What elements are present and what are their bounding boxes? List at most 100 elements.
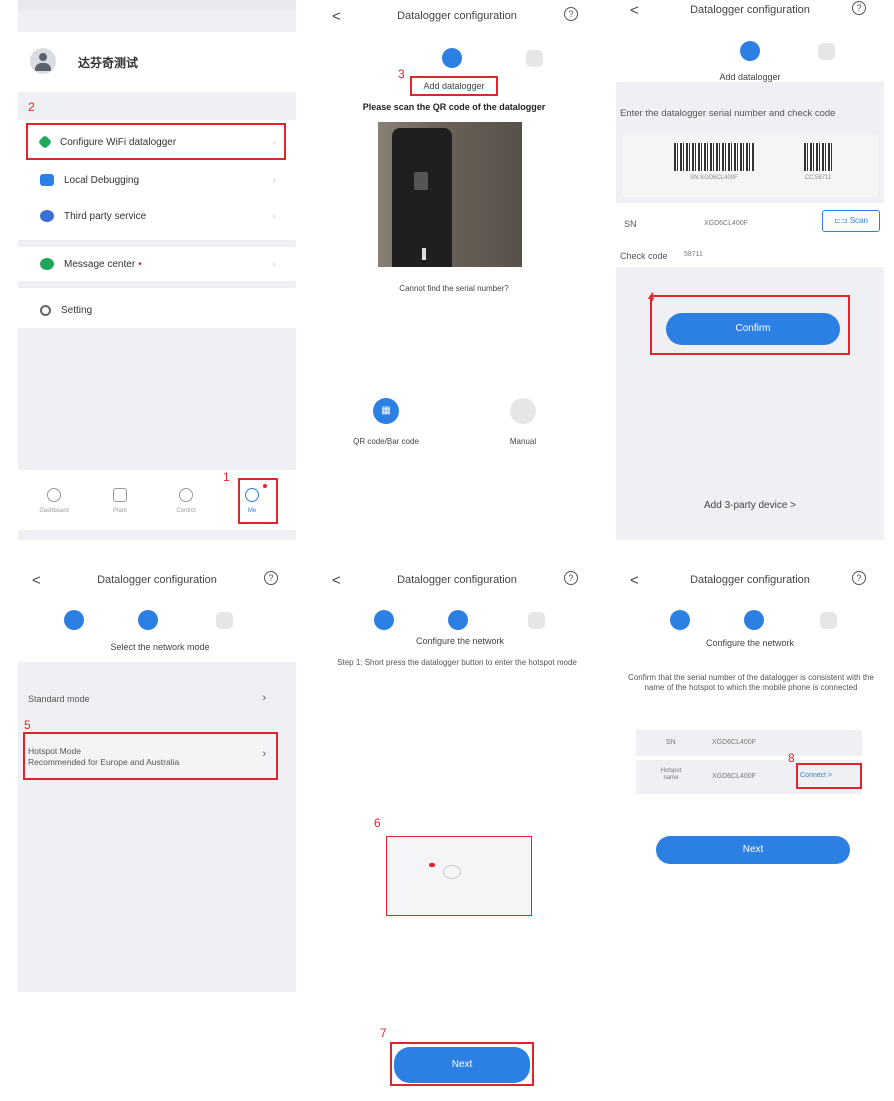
header-title: Datalogger configuration [690, 574, 810, 586]
scan-icon: ⊏⊐ [834, 216, 850, 225]
datalogger-illustration [386, 836, 532, 916]
nav-dashboard[interactable]: Dashboard [34, 488, 74, 514]
manual-option-label: Manual [509, 437, 537, 446]
camera-preview [378, 122, 522, 267]
menu-item-third-party[interactable]: Third party service › [28, 200, 282, 232]
third-party-link[interactable]: Add 3-party device > [616, 500, 884, 511]
step-2-dot [526, 50, 543, 67]
hotspot-instruction: Step 1: Short press the datalogger butto… [337, 658, 577, 667]
profile-card[interactable]: 达芬奇测试 [18, 32, 296, 92]
help-icon[interactable]: ? [852, 571, 866, 585]
marker-3: 3 [398, 67, 405, 81]
manual-option-button[interactable] [510, 398, 536, 424]
step-label: Configure the network [705, 638, 795, 648]
scan-label: Scan [849, 216, 868, 225]
header: < Datalogger configuration ? [318, 0, 596, 34]
avatar [30, 48, 56, 74]
manual-entry-panel: < Datalogger configuration ? Add datalog… [616, 0, 884, 540]
highlight-box-4 [650, 295, 850, 355]
header-title: Datalogger configuration [397, 10, 517, 22]
heart-icon [40, 210, 54, 222]
step-1-dot [670, 610, 690, 630]
qr-option-button[interactable]: ▦ [373, 398, 399, 424]
scan-qr-panel: < Datalogger configuration ? 3 Add datal… [318, 0, 596, 540]
qr-option-label: QR code/Bar code [353, 437, 419, 446]
marker-2: 2 [28, 100, 35, 114]
sn-input[interactable]: XGD6CL400F [704, 220, 748, 227]
confirm-instruction: Confirm that the serial number of the da… [628, 673, 874, 692]
debug-icon [40, 174, 54, 186]
chevron-right-icon: › [272, 258, 276, 270]
step-1-dot [740, 41, 760, 61]
step-2-dot [138, 610, 158, 630]
step-label: Select the network mode [110, 642, 210, 652]
qr-code-icon: ▦ [381, 405, 391, 416]
header: < Datalogger configuration ? [18, 564, 296, 598]
step-2-dot [448, 610, 468, 630]
header: < Datalogger configuration ? [318, 564, 596, 598]
step-2-dot [744, 610, 764, 630]
marker-8: 8 [788, 751, 795, 765]
plant-icon [113, 488, 127, 502]
next-button[interactable]: Next [656, 836, 850, 864]
menu-item-setting[interactable]: Setting [28, 294, 282, 326]
nav-label: Plant [113, 508, 127, 514]
marker-7: 7 [380, 1026, 387, 1040]
step-label: Add datalogger [719, 72, 781, 82]
nav-label: Dashboard [39, 508, 69, 514]
nav-plant[interactable]: Plant [100, 488, 140, 514]
dashboard-icon [47, 488, 61, 502]
scan-button[interactable]: ⊏⊐ Scan [822, 210, 880, 232]
hotspot-value: XGD6CL400F [712, 773, 756, 780]
highlight-box-1 [238, 478, 278, 524]
check-code-input[interactable]: 58711 [684, 251, 703, 258]
nav-control[interactable]: Control [166, 488, 206, 514]
step-label: Configure the network [415, 636, 505, 646]
highlight-box-7 [390, 1042, 534, 1086]
step-label: Add datalogger [423, 81, 485, 91]
scan-instruction: Please scan the QR code of the datalogge… [362, 102, 546, 112]
hotspot-instruction-panel: < Datalogger configuration ? Configure t… [318, 558, 596, 1088]
chevron-right-icon: › [262, 692, 266, 704]
help-icon[interactable]: ? [564, 7, 578, 21]
menu-item-message-center[interactable]: Message center • › [28, 248, 282, 280]
highlight-box-2 [26, 123, 286, 160]
menu-item-local-debugging[interactable]: Local Debugging › [28, 164, 282, 196]
barcode-caption-cc: CC:58711 [804, 175, 832, 181]
confirm-hotspot-panel: < Datalogger configuration ? Configure t… [616, 558, 884, 1088]
menu-label: Message center [64, 258, 136, 270]
sn-label: SN [624, 219, 637, 229]
menu-label: Setting [61, 304, 93, 316]
header-title: Datalogger configuration [97, 574, 217, 586]
highlight-box-8 [796, 763, 862, 789]
menu-label: Third party service [64, 210, 147, 222]
marker-6: 6 [374, 816, 381, 830]
me-page-panel: 达芬奇测试 2 Configure WiFi datalogger › Loca… [18, 0, 296, 540]
datalogger-button-icon [443, 865, 461, 879]
chevron-right-icon: › [272, 210, 276, 222]
indicator-dot [429, 863, 435, 867]
barcode-icon [804, 143, 832, 171]
username: 达芬奇测试 [78, 56, 139, 70]
step-3-dot [216, 612, 233, 629]
barcode-image: SN:XGD6CL400F CC:58711 [622, 135, 878, 197]
hotspot-label: Hotspot name [660, 768, 682, 781]
help-icon[interactable]: ? [564, 571, 578, 585]
cannot-find-link[interactable]: Cannot find the serial number? [318, 284, 590, 293]
help-icon[interactable]: ? [852, 1, 866, 15]
highlight-box-5 [23, 732, 278, 780]
barcode-icon [674, 143, 754, 171]
step-1-dot [442, 48, 462, 68]
control-icon [179, 488, 193, 502]
help-icon[interactable]: ? [264, 571, 278, 585]
gear-icon [40, 304, 51, 316]
nav-label: Control [176, 508, 196, 514]
manual-instruction: Enter the datalogger serial number and c… [620, 108, 836, 119]
unread-dot: • [138, 258, 142, 270]
status-bar [18, 0, 296, 10]
step-1-dot [64, 610, 84, 630]
step-1-dot [374, 610, 394, 630]
step-3-dot [820, 612, 837, 629]
standard-mode-row[interactable]: Standard mode › [22, 682, 276, 716]
standard-mode-label: Standard mode [28, 694, 90, 704]
